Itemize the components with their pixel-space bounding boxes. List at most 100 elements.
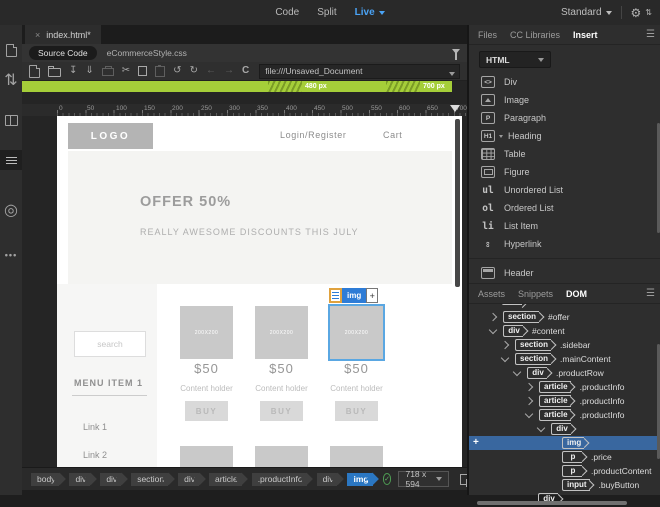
product-price[interactable]: $50 xyxy=(330,361,383,376)
code-view-button[interactable]: Code xyxy=(275,7,299,18)
buy-button[interactable]: BUY xyxy=(260,401,303,421)
expander-collapsed-icon[interactable] xyxy=(500,340,510,350)
cut-icon[interactable]: ✂ xyxy=(122,66,130,76)
product-image-placeholder[interactable] xyxy=(255,446,308,467)
insert-item-div[interactable]: <> Div xyxy=(469,73,660,91)
viewport-size-bar[interactable]: 480 px 700 px xyxy=(22,81,452,92)
insert-category-select[interactable]: HTML xyxy=(479,51,551,68)
insert-item-unordered-list[interactable]: ul Unordered List xyxy=(469,181,660,199)
tag-section[interactable]: section xyxy=(131,472,169,486)
dom-row-offer[interactable]: section #offer xyxy=(469,310,660,324)
expander-expanded-icon[interactable] xyxy=(512,367,522,377)
dom-row-div[interactable]: div xyxy=(469,422,660,436)
stylesheet-file-button[interactable]: eCommerceStyle.css xyxy=(107,48,187,58)
expander-collapsed-icon[interactable] xyxy=(524,396,534,406)
product-image-placeholder[interactable]: 200X200 xyxy=(255,306,308,359)
search-input[interactable] xyxy=(74,331,146,357)
dom-row-productinfo[interactable]: article .productInfo xyxy=(469,380,660,394)
close-icon[interactable]: × xyxy=(35,30,40,40)
dom-horizontal-scrollbar[interactable] xyxy=(477,501,627,505)
paste-icon[interactable] xyxy=(155,64,166,77)
swap-vertical-icon[interactable]: ⇅ xyxy=(0,70,22,90)
tab-insert[interactable]: Insert xyxy=(573,30,598,40)
login-register-link[interactable]: Login/Register xyxy=(280,130,346,140)
dom-row-sidebar[interactable]: section .sidebar xyxy=(469,338,660,352)
site-logo[interactable]: LOGO xyxy=(68,123,153,149)
product-image-placeholder[interactable] xyxy=(330,446,383,467)
expander-expanded-icon[interactable] xyxy=(488,325,498,335)
filter-icon[interactable] xyxy=(452,49,460,60)
print-icon[interactable] xyxy=(101,66,114,76)
tag-div[interactable]: div xyxy=(69,472,91,486)
dom-row-productinfo[interactable]: article .productInfo xyxy=(469,394,660,408)
tab-cc-libraries[interactable]: CC Libraries xyxy=(510,30,560,40)
insert-item-header[interactable]: Header xyxy=(469,264,660,282)
panel-menu-icon[interactable]: ☰ xyxy=(646,29,655,40)
expander-expanded-icon[interactable] xyxy=(536,423,546,433)
forward-icon[interactable]: → xyxy=(224,66,234,76)
insert-item-list-item[interactable]: li List Item xyxy=(469,217,660,235)
tag-img-active[interactable]: img xyxy=(347,472,373,486)
live-code-icon[interactable] xyxy=(0,110,22,130)
insert-item-figure[interactable]: Figure xyxy=(469,163,660,181)
page-scrollbar[interactable] xyxy=(455,119,460,287)
expander-expanded-icon[interactable] xyxy=(500,353,510,363)
panel-menu-icon[interactable]: ☰ xyxy=(646,288,655,299)
tag-productinfo[interactable]: .productInfo xyxy=(251,472,307,486)
buy-button[interactable]: BUY xyxy=(185,401,228,421)
buy-button[interactable]: BUY xyxy=(335,401,378,421)
dom-row-productrow[interactable]: div .productRow xyxy=(469,366,660,380)
sync-settings-gear-icon[interactable]: ⚙ xyxy=(631,6,642,20)
product-description[interactable]: Content holder xyxy=(330,384,383,393)
workspace-switcher[interactable]: Standard xyxy=(561,7,612,18)
viewport-size-selector[interactable]: 718 x 594 xyxy=(398,469,449,489)
tag-div[interactable]: div xyxy=(316,472,338,486)
sidebar-link[interactable]: Link 1 xyxy=(83,422,107,432)
tag-div[interactable]: div xyxy=(100,472,122,486)
dom-row-productcontent[interactable]: p .productContent xyxy=(469,464,660,478)
expander-expanded-icon[interactable] xyxy=(524,409,534,419)
dom-row-content[interactable]: div #content xyxy=(469,324,660,338)
product-image-placeholder[interactable]: 200X200 xyxy=(180,306,233,359)
dom-row-maincontent[interactable]: section .mainContent xyxy=(469,352,660,366)
format-icon[interactable] xyxy=(0,150,22,170)
back-icon[interactable]: ← xyxy=(206,66,216,76)
split-view-button[interactable]: Split xyxy=(317,7,336,18)
tab-dom[interactable]: DOM xyxy=(566,289,587,299)
expander-collapsed-icon[interactable] xyxy=(488,312,498,322)
dom-row-img-selected[interactable]: + img xyxy=(469,436,660,450)
viewport-resize-handle[interactable] xyxy=(450,105,460,112)
redo-icon[interactable]: ↻ xyxy=(190,66,198,76)
refresh-icon[interactable]: C xyxy=(242,66,249,76)
live-view-button[interactable]: Live xyxy=(355,7,385,18)
insert-item-paragraph[interactable]: P Paragraph xyxy=(469,109,660,127)
insert-item-image[interactable]: Image xyxy=(469,91,660,109)
dom-row-productinfo-expanded[interactable]: article .productInfo xyxy=(469,408,660,422)
copy-icon[interactable] xyxy=(138,64,151,76)
tab-files[interactable]: Files xyxy=(478,30,497,40)
product-image-placeholder[interactable] xyxy=(180,446,233,467)
product-price[interactable]: $50 xyxy=(255,361,308,376)
file-icon[interactable] xyxy=(0,40,22,60)
tag-article[interactable]: article xyxy=(209,472,242,486)
element-add-button[interactable]: + xyxy=(366,288,379,303)
element-tag-label[interactable]: img xyxy=(342,288,367,303)
tag-body[interactable]: body xyxy=(31,472,60,486)
product-description[interactable]: Content holder xyxy=(255,384,308,393)
chevron-down-icon[interactable] xyxy=(499,135,503,140)
insert-item-hyperlink[interactable]: ∞ Hyperlink xyxy=(469,235,660,253)
open-file-icon[interactable] xyxy=(48,65,61,77)
add-element-button[interactable]: + xyxy=(473,437,479,448)
dom-row-price[interactable]: p .price xyxy=(469,450,660,464)
insert-item-heading[interactable]: H1 Heading xyxy=(469,127,660,145)
address-bar[interactable]: file:///Unsaved_Document xyxy=(259,63,460,79)
new-file-icon[interactable] xyxy=(29,64,40,78)
cart-link[interactable]: Cart xyxy=(383,130,402,140)
insert-item-ordered-list[interactable]: ol Ordered List xyxy=(469,199,660,217)
source-code-button[interactable]: Source Code xyxy=(29,46,97,60)
tab-snippets[interactable]: Snippets xyxy=(518,289,553,299)
product-price[interactable]: $50 xyxy=(180,361,233,376)
product-description[interactable]: Content holder xyxy=(180,384,233,393)
document-tab[interactable]: × index.html* xyxy=(25,25,101,44)
save-icon[interactable]: ↧ xyxy=(69,66,77,76)
